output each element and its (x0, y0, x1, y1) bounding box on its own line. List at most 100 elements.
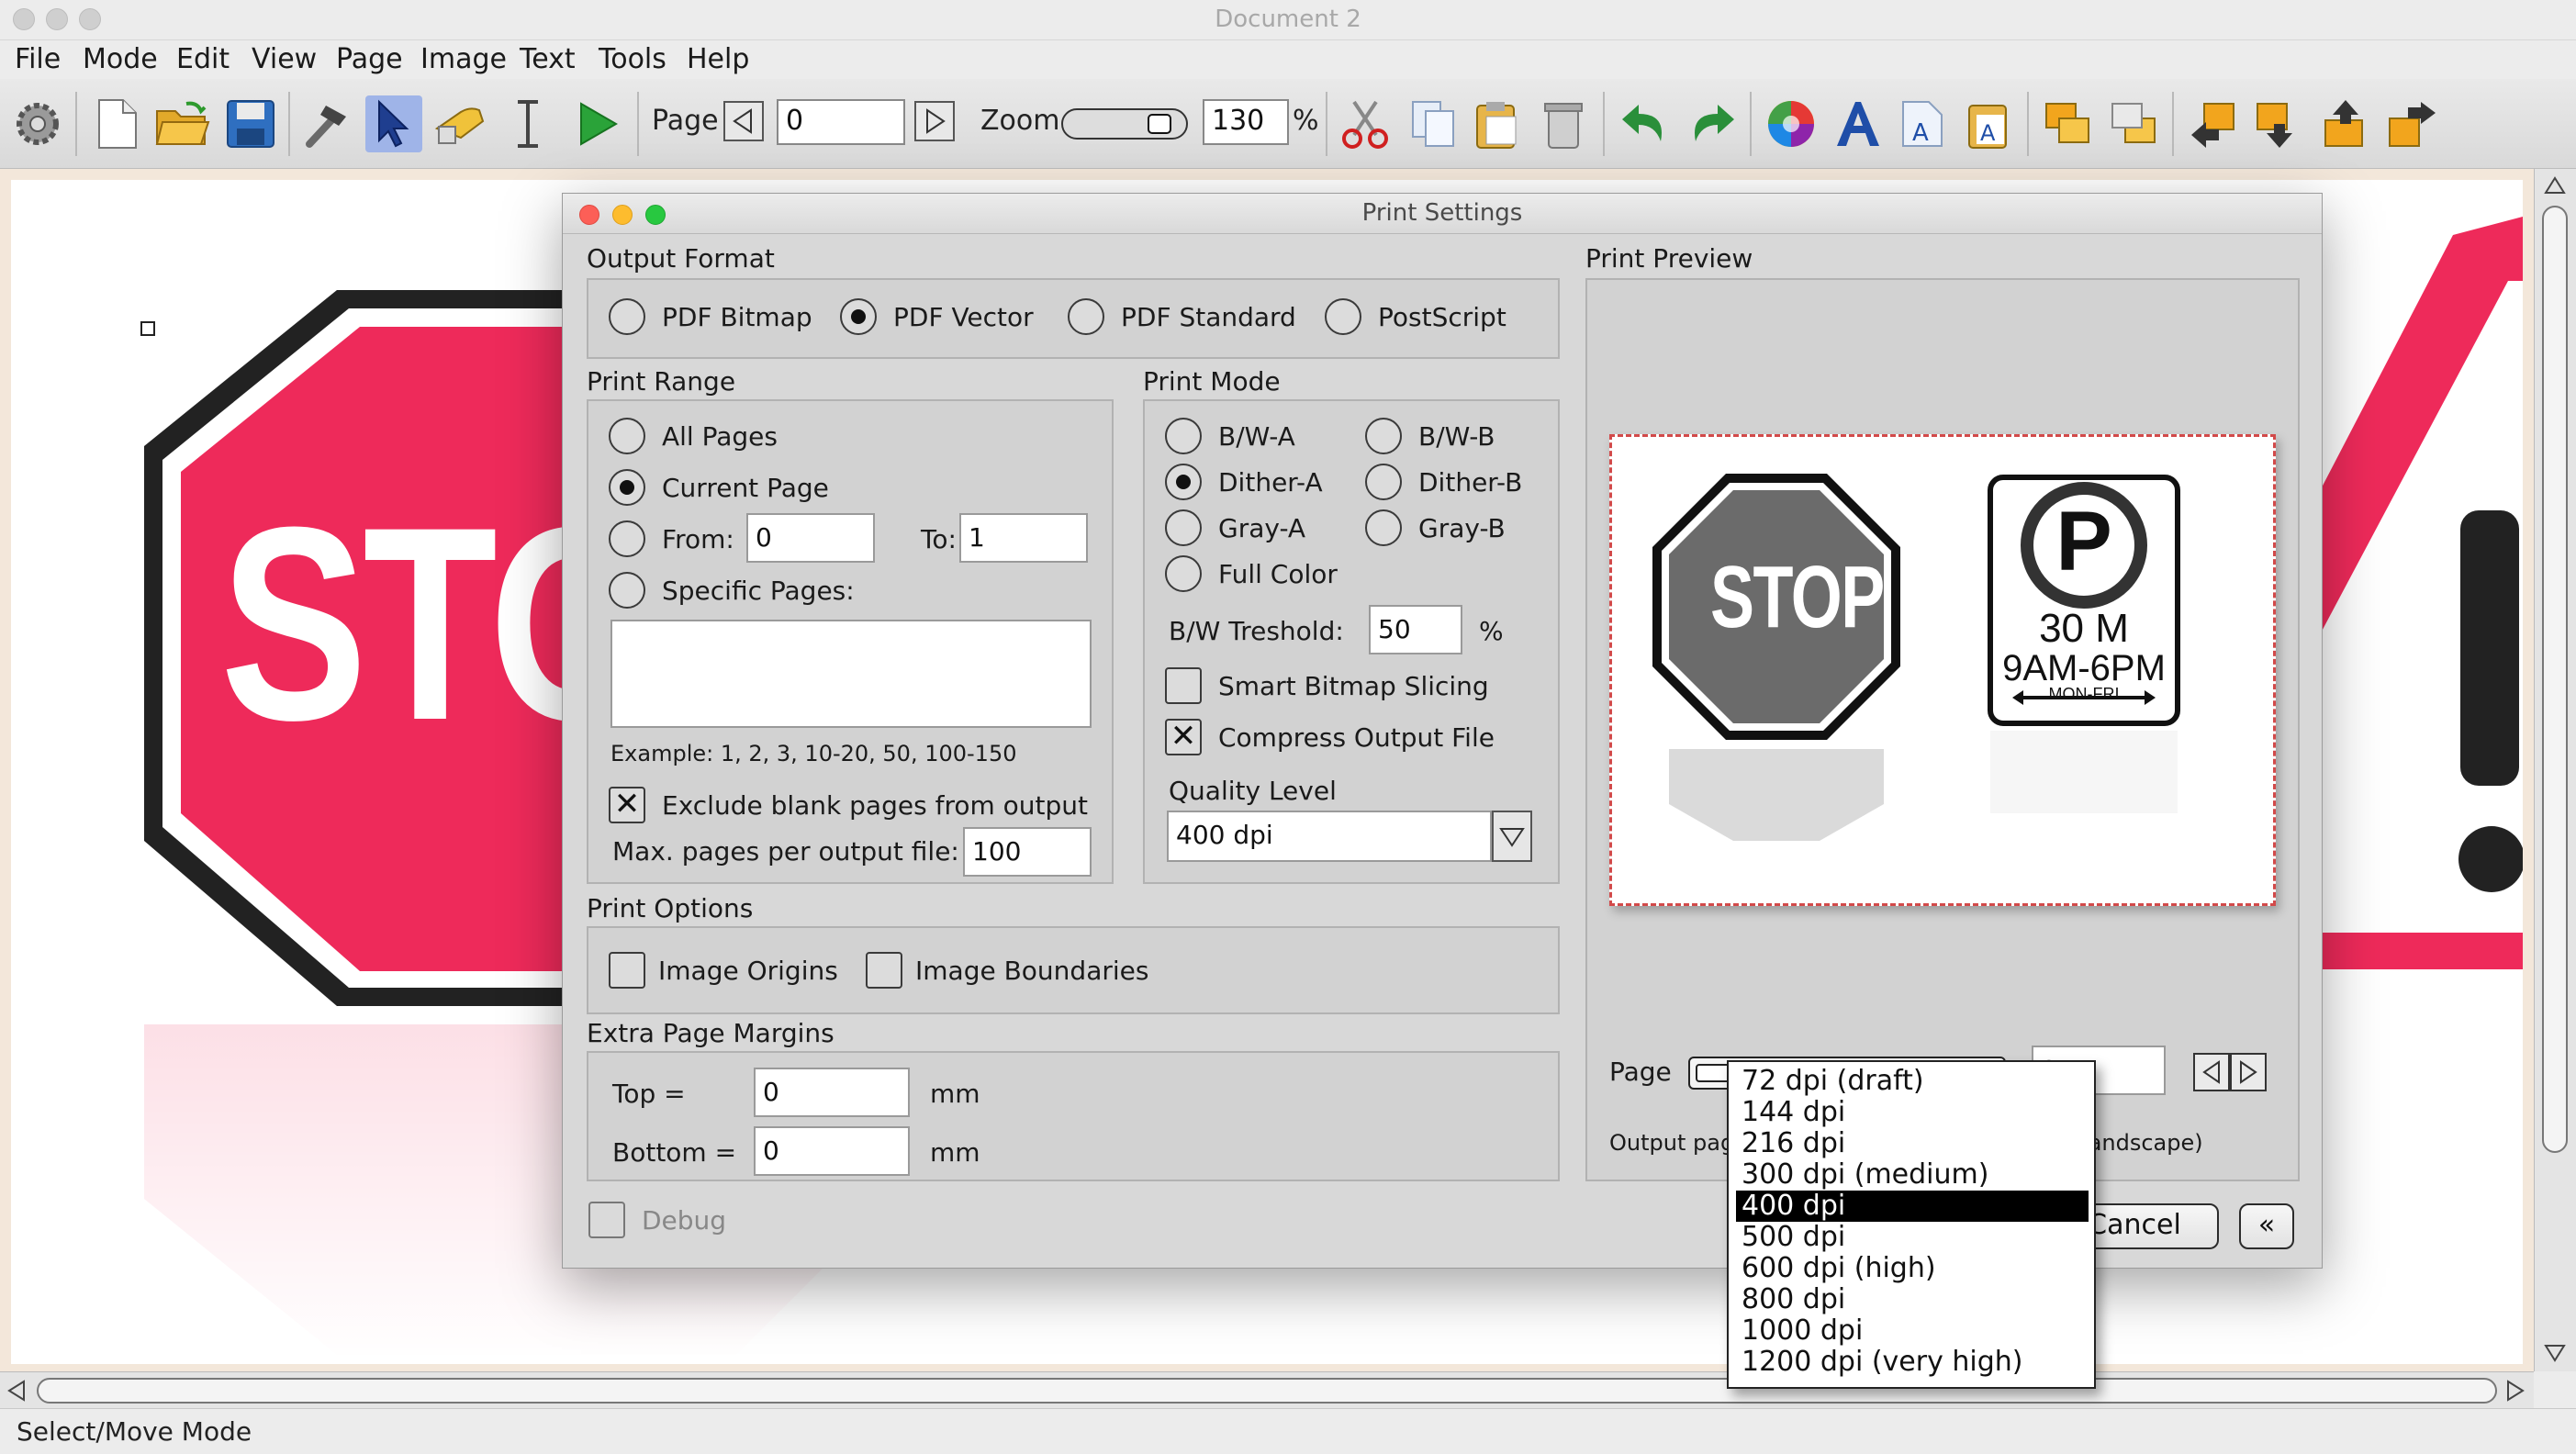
menu-view[interactable]: View (252, 43, 317, 75)
quality-option[interactable]: 1000 dpi (1736, 1315, 2089, 1347)
postscript-label: PostScript (1378, 302, 1506, 332)
menu-file[interactable]: File (15, 43, 61, 75)
quality-option[interactable]: 600 dpi (high) (1736, 1253, 2089, 1284)
radio-pdf-bitmap[interactable] (609, 298, 645, 335)
open-folder-icon[interactable] (154, 95, 211, 152)
exclude-blank-checkbox[interactable]: ✕ (609, 787, 645, 823)
layer-back-icon[interactable] (2106, 95, 2163, 152)
image-boundaries-checkbox[interactable] (866, 952, 902, 989)
bw-threshold-field[interactable]: 50 (1369, 605, 1462, 654)
radio-gray-a[interactable] (1165, 509, 1202, 546)
smart-slicing-label: Smart Bitmap Slicing (1218, 671, 1489, 701)
quality-option[interactable]: 300 dpi (medium) (1736, 1159, 2089, 1191)
quality-select[interactable]: 400 dpi (1167, 811, 1492, 862)
radio-dither-b[interactable] (1365, 464, 1402, 500)
quality-option[interactable]: 1200 dpi (very high) (1736, 1347, 2089, 1378)
bottom-margin-field[interactable]: 0 (754, 1126, 910, 1176)
menu-help[interactable]: Help (687, 43, 749, 75)
zoom-slider-thumb[interactable] (1148, 114, 1171, 134)
save-icon[interactable] (222, 95, 279, 152)
radio-postscript[interactable] (1325, 298, 1361, 335)
toolbar-zoom-unit: % (1293, 105, 1319, 137)
image-origins-checkbox[interactable] (609, 952, 645, 989)
scroll-down-arrow-icon[interactable] (2542, 1340, 2568, 1366)
bring-forward-icon[interactable] (2185, 95, 2242, 152)
scroll-left-arrow-icon[interactable] (4, 1378, 29, 1404)
debug-checkbox[interactable] (588, 1202, 625, 1238)
trash-icon[interactable] (1535, 95, 1592, 152)
toolbar-page-field[interactable]: 0 (777, 99, 905, 145)
radio-all-pages[interactable] (609, 418, 645, 454)
toolbar-zoom-field[interactable]: 130 (1203, 99, 1289, 145)
dialog-titlebar: Print Settings (563, 194, 2322, 234)
quality-option[interactable]: 72 dpi (draft) (1736, 1066, 2089, 1097)
radio-bw-a[interactable] (1165, 418, 1202, 454)
paste-icon[interactable] (1469, 95, 1526, 152)
horizontal-scroll-thumb[interactable] (37, 1378, 2497, 1404)
page-prev-button[interactable] (723, 101, 764, 141)
to-field[interactable]: 1 (959, 513, 1088, 563)
move-up-icon[interactable] (2317, 95, 2374, 152)
page-next-button[interactable] (914, 101, 955, 141)
undo-icon[interactable] (1616, 95, 1673, 152)
radio-pdf-vector[interactable] (840, 298, 877, 335)
to-label: To: (921, 524, 957, 554)
radio-specific-pages[interactable] (609, 572, 645, 609)
play-icon[interactable] (569, 95, 626, 152)
cut-icon[interactable] (1337, 95, 1394, 152)
scroll-up-arrow-icon[interactable] (2542, 173, 2568, 198)
redo-icon[interactable] (1684, 95, 1741, 152)
dialog-title: Print Settings (1361, 199, 1523, 227)
menu-tools[interactable]: Tools (599, 43, 666, 75)
specific-pages-textarea[interactable] (610, 620, 1092, 728)
collapse-button[interactable]: « (2239, 1203, 2294, 1249)
vertical-scroll-thumb[interactable] (2542, 206, 2568, 1153)
quality-option[interactable]: 216 dpi (1736, 1128, 2089, 1159)
radio-current-page[interactable] (609, 469, 645, 506)
vertical-scrollbar[interactable] (2534, 169, 2576, 1371)
text-clipboard-icon[interactable]: A (1961, 95, 2018, 152)
quality-option[interactable]: 500 dpi (1736, 1222, 2089, 1253)
copy-icon[interactable] (1405, 95, 1462, 152)
send-backward-icon[interactable] (2251, 95, 2308, 152)
radio-bw-b[interactable] (1365, 418, 1402, 454)
menu-image[interactable]: Image (420, 43, 507, 75)
radio-full-color[interactable] (1165, 555, 1202, 592)
quality-option-selected[interactable]: 400 dpi (1736, 1191, 2089, 1222)
radio-gray-b[interactable] (1365, 509, 1402, 546)
quality-option[interactable]: 800 dpi (1736, 1284, 2089, 1315)
scroll-right-arrow-icon[interactable] (2503, 1378, 2528, 1404)
menu-mode[interactable]: Mode (83, 43, 158, 75)
zoom-slider[interactable] (1061, 108, 1188, 140)
select-arrow-icon[interactable] (365, 95, 422, 152)
full-color-label: Full Color (1218, 559, 1338, 589)
settings-icon[interactable] (9, 95, 66, 152)
top-margin-field[interactable]: 0 (754, 1068, 910, 1117)
output-format-label: Output Format (587, 243, 775, 274)
quality-dropdown-button[interactable] (1492, 811, 1532, 862)
text-box-icon[interactable]: A (1895, 95, 1952, 152)
hammer-icon[interactable] (299, 95, 356, 152)
radio-pdf-standard[interactable] (1068, 298, 1104, 335)
text-a-icon[interactable] (1829, 95, 1886, 152)
radio-from-to[interactable] (609, 520, 645, 557)
smart-slicing-checkbox[interactable] (1165, 667, 1202, 704)
menu-edit[interactable]: Edit (176, 43, 230, 75)
new-document-icon[interactable] (88, 95, 145, 152)
horizontal-scrollbar[interactable] (0, 1371, 2534, 1408)
layer-front-icon[interactable] (2040, 95, 2097, 152)
radio-dither-a[interactable] (1165, 464, 1202, 500)
move-right-icon[interactable] (2383, 95, 2440, 152)
max-pages-field[interactable]: 100 (963, 827, 1092, 877)
text-cursor-icon[interactable] (499, 95, 556, 152)
hand-icon[interactable] (431, 95, 488, 152)
from-field[interactable]: 0 (746, 513, 875, 563)
menu-text[interactable]: Text (520, 43, 576, 75)
menu-page[interactable]: Page (336, 43, 403, 75)
preview-prev-page-button[interactable] (2193, 1053, 2230, 1091)
debug-label: Debug (642, 1205, 727, 1236)
color-wheel-icon[interactable] (1763, 95, 1820, 152)
compress-checkbox[interactable]: ✕ (1165, 719, 1202, 755)
preview-next-page-button[interactable] (2230, 1053, 2267, 1091)
quality-option[interactable]: 144 dpi (1736, 1097, 2089, 1128)
